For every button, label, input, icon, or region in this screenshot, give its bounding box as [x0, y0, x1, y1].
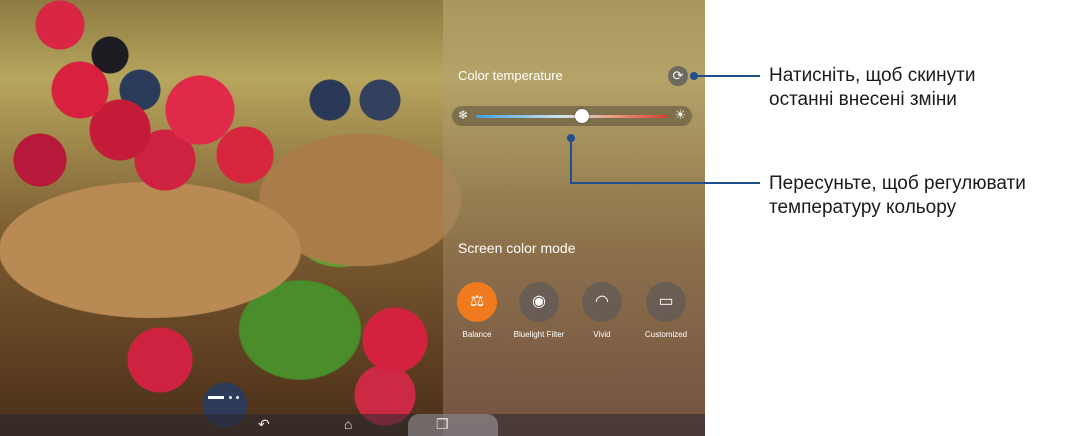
- mode-customized[interactable]: ▭ Customized: [636, 282, 696, 339]
- mode-vivid[interactable]: ◠ Vivid: [572, 282, 632, 339]
- reset-button[interactable]: ⟳: [668, 66, 688, 86]
- callout-line-reset: [696, 75, 760, 77]
- navigation-bar: ↶ ⌂ ❐: [0, 414, 705, 436]
- callout-line-slider-vertical: [570, 138, 572, 183]
- tablet-screen: Color temperature ⟳ ❄ ☀ Screen color mod…: [0, 0, 705, 436]
- mode-bluelight-filter[interactable]: ◉ Bluelight Filter: [509, 282, 569, 339]
- mode-label: Balance: [462, 330, 492, 339]
- callout-slider-text: Пересуньте, щоб регулювати температуру к…: [769, 172, 1026, 220]
- callout-line-slider-horizontal: [570, 182, 760, 184]
- color-temperature-label: Color temperature: [458, 68, 563, 83]
- mode-label: Bluelight Filter: [513, 330, 565, 339]
- mode-label: Vivid: [593, 330, 611, 339]
- callout-slider-line2: температуру кольору: [769, 197, 957, 218]
- recents-icon[interactable]: ❐: [436, 416, 449, 433]
- slider-thumb[interactable]: [574, 109, 589, 123]
- screen-color-mode-label: Screen color mode: [458, 240, 576, 256]
- callout-reset-text: Натисніть, щоб скинути останні внесені з…: [769, 64, 975, 112]
- snowflake-icon: ❄: [458, 108, 469, 122]
- balance-icon: ⚖: [457, 282, 497, 322]
- page-indicator-dot: [229, 396, 232, 399]
- recents-highlight: [408, 414, 498, 436]
- refresh-icon: ⟳: [672, 68, 684, 83]
- mode-balance[interactable]: ⚖ Balance: [447, 282, 507, 339]
- eye-filter-icon: ◉: [519, 282, 559, 322]
- rainbow-icon: ◠: [582, 282, 622, 322]
- color-temperature-slider[interactable]: ❄ ☀: [452, 106, 692, 126]
- page-indicator-active: [208, 396, 224, 399]
- back-icon[interactable]: ↶: [258, 416, 270, 433]
- sun-icon: ☀: [674, 107, 686, 122]
- customize-icon: ▭: [646, 282, 686, 322]
- callout-slider-line1: Пересуньте, щоб регулювати: [769, 173, 1026, 194]
- page-indicator-dot: [236, 396, 239, 399]
- color-settings-panel: [443, 0, 705, 436]
- slider-track[interactable]: [476, 115, 668, 118]
- mode-label: Customized: [644, 330, 688, 339]
- callout-reset-line1: Натисніть, щоб скинути: [769, 65, 976, 86]
- callout-reset-line2: останні внесені зміни: [769, 89, 957, 110]
- home-icon[interactable]: ⌂: [344, 416, 352, 432]
